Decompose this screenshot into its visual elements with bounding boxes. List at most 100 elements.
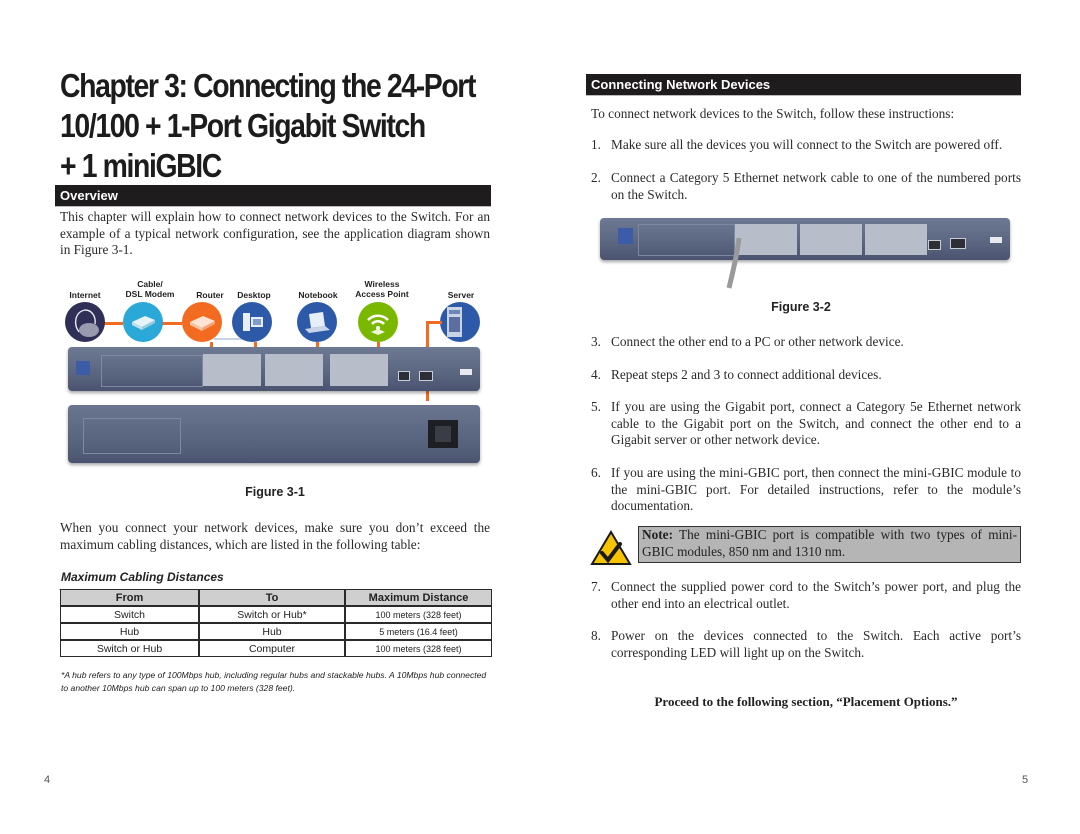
notebook-icon xyxy=(297,302,337,342)
step-number: 8. xyxy=(591,628,601,643)
minigbic-port xyxy=(950,238,966,249)
device-label-desktop: Desktop xyxy=(237,290,271,300)
cell-to: Switch or Hub* xyxy=(199,606,345,623)
page-number-right: 5 xyxy=(1022,774,1029,786)
header-from: From xyxy=(60,589,199,606)
desktop-icon xyxy=(232,302,272,342)
overview-paragraph: This chapter will explain how to connect… xyxy=(60,209,490,257)
step-6: 6. If you are using the mini-GBIC port, … xyxy=(591,465,1021,515)
checkmark-warning-icon xyxy=(590,530,632,565)
device-label-internet: Internet xyxy=(69,290,101,300)
wireless-access-point-icon xyxy=(358,302,398,342)
device-label-router: Router xyxy=(196,290,224,300)
table-row: Switch or Hub Computer 100 meters (328 f… xyxy=(60,640,492,657)
step-text: If you are using the mini-GBIC port, the… xyxy=(611,465,1021,513)
cell-distance: 100 meters (328 feet) xyxy=(345,640,492,657)
cell-to: Hub xyxy=(199,623,345,640)
step-3: 3. Connect the other end to a PC or othe… xyxy=(591,334,1021,351)
cell-from: Hub xyxy=(60,623,199,640)
overview-heading: Overview xyxy=(55,185,491,207)
back-label-plate xyxy=(83,418,181,454)
internet-globe-icon xyxy=(65,302,105,342)
cisco-badge xyxy=(460,369,472,375)
connecting-devices-heading: Connecting Network Devices xyxy=(586,74,1021,96)
port-block-2 xyxy=(800,224,862,255)
step-4: 4. Repeat steps 2 and 3 to connect addit… xyxy=(591,367,1021,384)
router-icon xyxy=(182,302,222,342)
proceed-note: Proceed to the following section, “Place… xyxy=(654,694,958,709)
gigabit-port xyxy=(398,371,410,381)
intro-paragraph: To connect network devices to the Switch… xyxy=(591,106,955,121)
device-label-server: Server xyxy=(447,290,475,300)
step-1: 1. Make sure all the devices you will co… xyxy=(591,137,1021,154)
device-label-access-point: Wireless Access Point xyxy=(355,279,409,299)
cabling-distances-table: From To Maximum Distance Switch Switch o… xyxy=(60,589,492,657)
step-number: 4. xyxy=(591,367,601,382)
table-row: Hub Hub 5 meters (16.4 feet) xyxy=(60,623,492,640)
step-text: Make sure all the devices you will conne… xyxy=(611,137,1003,152)
switch-front-panel xyxy=(68,347,480,391)
chapter-title-line-2: 10/100 + 1-Port Gigabit Switch xyxy=(60,107,426,144)
ethernet-cable-icon xyxy=(726,237,742,289)
step-number: 3. xyxy=(591,334,601,349)
step-text: Connect the other end to a PC or other n… xyxy=(611,334,904,349)
modem-icon xyxy=(123,302,163,342)
led-panel xyxy=(638,224,735,256)
link-internet-modem xyxy=(103,322,123,325)
device-label-notebook: Notebook xyxy=(298,290,338,300)
note-text: The mini-GBIC port is compatible with tw… xyxy=(642,527,1017,559)
minigbic-port xyxy=(419,371,433,381)
table-header-row: From To Maximum Distance xyxy=(60,589,492,606)
chapter-title: Chapter 3: Connecting the 24-Port 10/100… xyxy=(60,66,476,186)
cisco-badge xyxy=(990,237,1002,243)
figure-3-1: Internet Cable/ DSL Modem Router Desktop… xyxy=(60,276,490,476)
chapter-title-line-1: Chapter 3: Connecting the 24-Port xyxy=(60,67,476,104)
link-modem-router xyxy=(160,322,182,325)
gigabit-port xyxy=(928,240,941,250)
cell-to: Computer xyxy=(199,640,345,657)
header-max-distance: Maximum Distance xyxy=(345,589,492,606)
step-text: Repeat steps 2 and 3 to connect addition… xyxy=(611,367,882,382)
step-text: Connect the supplied power cord to the S… xyxy=(611,579,1021,611)
step-text: If you are using the Gigabit port, conne… xyxy=(611,399,1021,447)
linksys-logo xyxy=(76,361,90,375)
note-label: Note: xyxy=(642,527,674,542)
switch-back-panel xyxy=(68,405,480,463)
step-text: Power on the devices connected to the Sw… xyxy=(611,628,1021,660)
port-block-1 xyxy=(203,354,261,386)
table-title: Maximum Cabling Distances xyxy=(61,570,224,584)
header-to: To xyxy=(199,589,345,606)
figure-3-1-caption: Figure 3-1 xyxy=(245,485,305,499)
table-footnote: *A hub refers to any type of 100Mbps hub… xyxy=(61,670,487,693)
cell-distance: 5 meters (16.4 feet) xyxy=(345,623,492,640)
step-2: 2. Connect a Category 5 Ethernet network… xyxy=(591,170,1021,203)
step-number: 5. xyxy=(591,399,601,414)
server-icon xyxy=(440,302,480,342)
step-5: 5. If you are using the Gigabit port, co… xyxy=(591,399,1021,449)
step-number: 2. xyxy=(591,170,601,185)
cell-from: Switch xyxy=(60,606,199,623)
step-7: 7. Connect the supplied power cord to th… xyxy=(591,579,1021,612)
linksys-logo xyxy=(618,228,633,244)
chapter-title-line-3: + 1 miniGBIC xyxy=(60,147,222,184)
device-label-modem: Cable/ DSL Modem xyxy=(125,279,175,299)
step-number: 7. xyxy=(591,579,601,594)
cabling-paragraph: When you connect your network devices, m… xyxy=(60,520,490,552)
note-box: Note: The mini-GBIC port is compatible w… xyxy=(638,526,1021,563)
step-number: 1. xyxy=(591,137,601,152)
step-text: Connect a Category 5 Ethernet network ca… xyxy=(611,170,1021,202)
cell-from: Switch or Hub xyxy=(60,640,199,657)
led-panel xyxy=(101,355,203,387)
table-row: Switch Switch or Hub* 100 meters (328 fe… xyxy=(60,606,492,623)
page-number-left: 4 xyxy=(44,774,51,786)
cell-distance: 100 meters (328 feet) xyxy=(345,606,492,623)
switch-front-panel xyxy=(600,218,1010,260)
step-8: 8. Power on the devices connected to the… xyxy=(591,628,1021,661)
port-block-2 xyxy=(265,354,323,386)
power-port xyxy=(428,420,458,448)
port-block-3 xyxy=(865,224,927,255)
step-number: 6. xyxy=(591,465,601,480)
port-block-3 xyxy=(330,354,388,386)
figure-3-2 xyxy=(600,218,1010,289)
figure-3-2-caption: Figure 3-2 xyxy=(771,300,831,314)
